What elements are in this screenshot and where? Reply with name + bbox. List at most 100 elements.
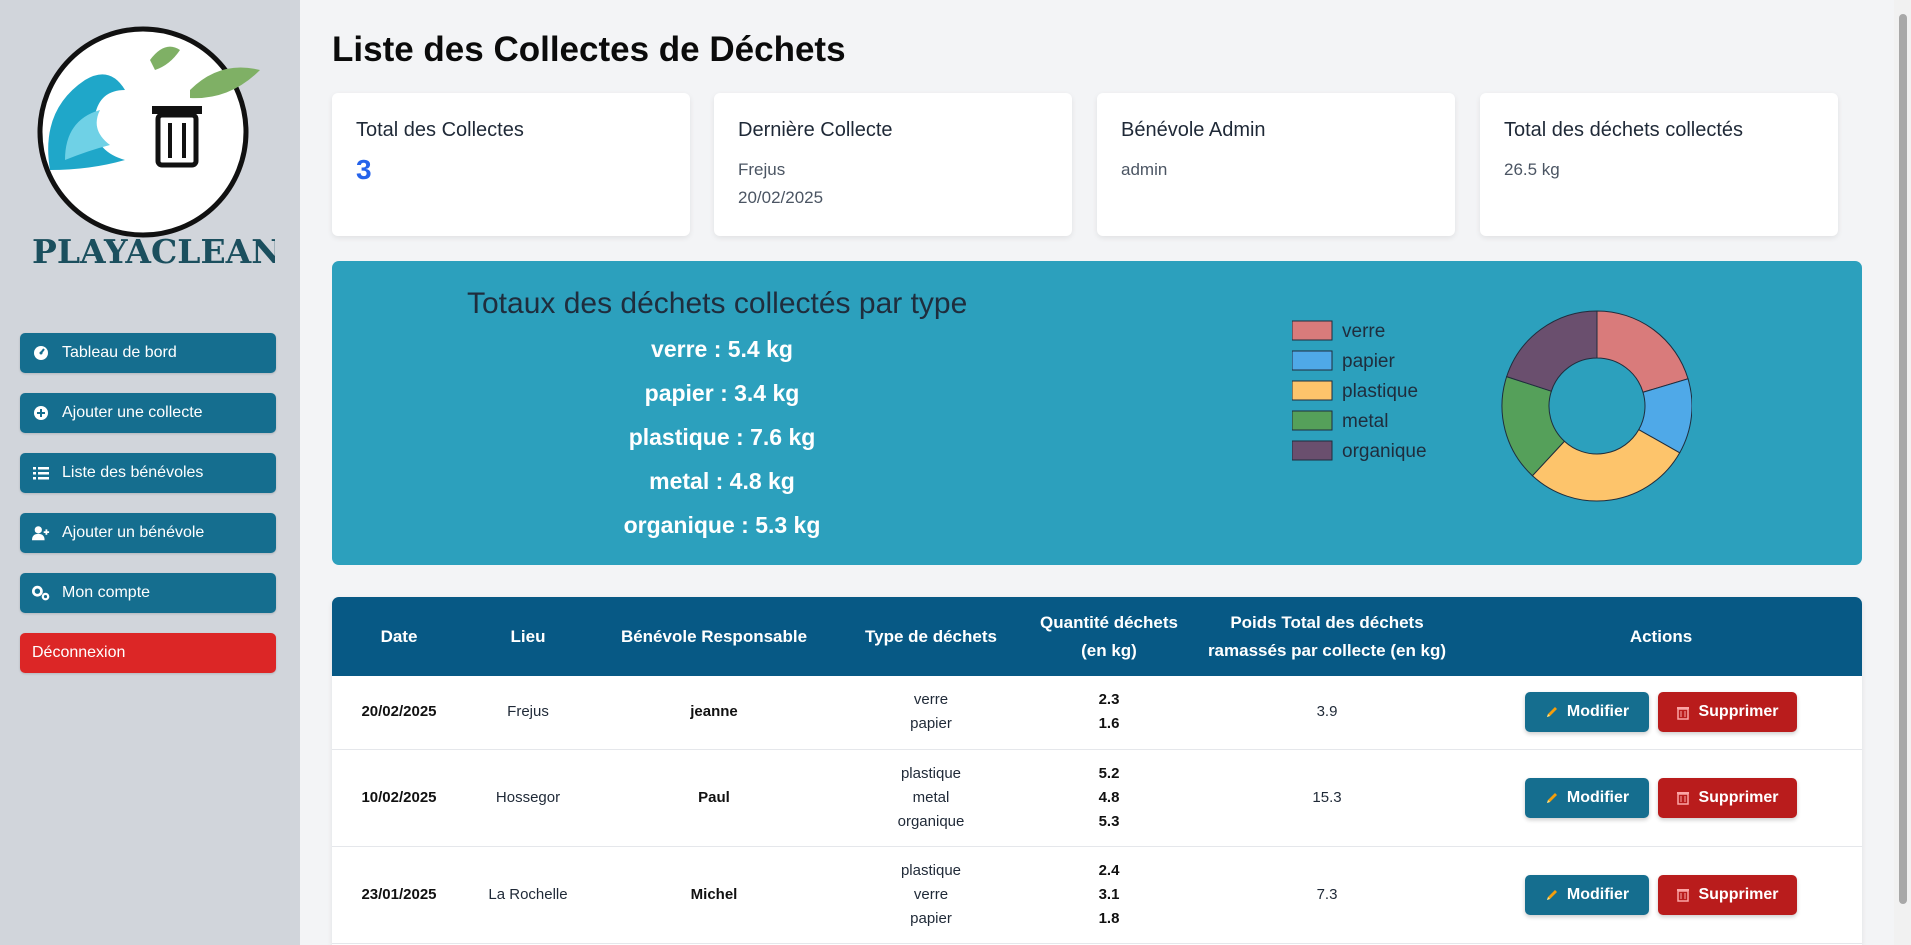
collectes-table: Date Lieu Bénévole Responsable Type de d… [332, 597, 1862, 945]
sidebar-item-add-benevole[interactable]: Ajouter un bénévole [20, 513, 276, 553]
pie-slice-verre[interactable] [1596, 310, 1689, 393]
pencil-icon [1545, 791, 1559, 805]
pencil-icon [1545, 705, 1559, 719]
cell-date: 20/02/2025 [332, 676, 466, 750]
legend-swatch[interactable] [1291, 350, 1333, 371]
table-header-row: Date Lieu Bénévole Responsable Type de d… [332, 597, 1862, 676]
waste-type: verre [913, 885, 949, 903]
sidebar-item-label: Ajouter un bénévole [62, 524, 205, 541]
summary-line: organique : 5.3 kg [623, 512, 821, 538]
cell-date: 23/01/2025 [332, 846, 466, 944]
card-total-dechets: Total des déchets collectés 26.5 kg [1480, 93, 1838, 236]
delete-button[interactable]: Supprimer [1658, 692, 1797, 733]
col-date: Date [380, 626, 418, 646]
sidebar-item-benevoles[interactable]: Liste des bénévoles [20, 453, 276, 493]
sidebar-item-label: Tableau de bord [62, 344, 177, 361]
page-title: Liste des Collectes de Déchets [332, 30, 846, 69]
delete-button[interactable]: Supprimer [1658, 777, 1797, 818]
sidebar-item-add-collecte[interactable]: Ajouter une collecte [20, 393, 276, 433]
logout-button[interactable]: Déconnexion [20, 633, 276, 673]
table-row: 20/02/2025 Frejus jeanne verre papier 2.3 1.6 3… [332, 676, 1862, 750]
waste-doughnut-chart: verre papier plastique metal organique [1291, 301, 1693, 511]
legend-label[interactable]: verre [1342, 321, 1385, 342]
cell-total: 7.3 [1194, 846, 1460, 944]
waste-quantity: 5.3 [1098, 812, 1120, 830]
waste-type: metal [912, 788, 950, 806]
edit-label: Modifier [1566, 703, 1630, 721]
legend-swatch[interactable] [1291, 440, 1333, 461]
card-date: 20/02/2025 [738, 188, 824, 207]
edit-button[interactable]: Modifier [1525, 777, 1649, 818]
waste-type: plastique [900, 764, 962, 782]
legend-swatch[interactable] [1291, 320, 1333, 341]
card-total-collectes: Total des Collectes 3 [332, 93, 690, 236]
cell-benevole: Michel [590, 846, 838, 944]
cell-actions: Modifier Supprimer [1460, 676, 1862, 750]
waste-quantity: 3.1 [1098, 885, 1120, 903]
legend-label[interactable]: papier [1342, 351, 1395, 372]
sidebar-item-label: Ajouter une collecte [62, 404, 203, 421]
card-title: Dernière Collecte [738, 119, 893, 141]
trash-icon [1676, 705, 1690, 720]
waste-type: plastique [900, 861, 962, 879]
cell-benevole: Paul [590, 749, 838, 847]
waste-quantity: 1.8 [1098, 909, 1120, 927]
cell-quantites: 2.3 1.6 [1024, 676, 1194, 750]
delete-label: Supprimer [1698, 885, 1779, 903]
card-value: admin [1121, 160, 1168, 179]
card-benevole-admin: Bénévole Admin admin [1097, 93, 1455, 236]
sidebar-item-account[interactable]: Mon compte [20, 573, 276, 613]
card-place: Frejus [738, 160, 786, 179]
waste-quantity: 5.2 [1098, 764, 1120, 782]
col-lieu: Lieu [510, 626, 546, 646]
sidebar-item-dashboard[interactable]: Tableau de bord [20, 333, 276, 373]
waste-type: organique [897, 812, 965, 830]
trash-icon [1676, 790, 1690, 805]
legend-label[interactable]: plastique [1342, 381, 1418, 402]
waste-quantity: 1.6 [1098, 715, 1120, 733]
edit-button[interactable]: Modifier [1525, 692, 1649, 733]
summary-line: papier : 3.4 kg [644, 380, 800, 406]
sidebar-nav: Tableau de bord Ajouter une collecte Lis… [20, 333, 276, 693]
summary-line: metal : 4.8 kg [649, 468, 795, 494]
stat-cards: Total des Collectes 3 Dernière Collecte … [332, 93, 1838, 236]
gears-icon [32, 584, 50, 602]
logout-label: Déconnexion [32, 644, 126, 661]
cell-date: 10/02/2025 [332, 749, 466, 847]
pie-slice-organique[interactable] [1506, 310, 1598, 392]
cell-types: verre papier [838, 676, 1024, 750]
cell-benevole: jeanne [590, 676, 838, 750]
col-quantite: Quantité déchets (en kg) [1040, 612, 1178, 660]
card-value: 26.5 kg [1504, 160, 1560, 179]
legend-label[interactable]: organique [1342, 441, 1427, 462]
legend-swatch[interactable] [1291, 410, 1333, 431]
waste-quantity: 4.8 [1098, 788, 1120, 806]
cell-quantites: 2.4 3.1 1.8 [1024, 846, 1194, 944]
dashboard-icon [32, 344, 50, 362]
sidebar-item-label: Liste des bénévoles [62, 464, 204, 481]
legend-swatch[interactable] [1291, 380, 1333, 401]
edit-button[interactable]: Modifier [1525, 874, 1649, 915]
waste-quantity: 2.3 [1098, 691, 1120, 709]
card-title: Total des déchets collectés [1504, 119, 1744, 141]
col-benevole: Bénévole Responsable [620, 626, 808, 646]
scrollbar-thumb[interactable] [1899, 14, 1907, 904]
waste-summary-panel: Totaux des déchets collectés par type ve… [332, 261, 1862, 565]
cell-actions: Modifier Supprimer [1460, 846, 1862, 944]
sidebar: PLAYACLEAN Tableau de bord Ajouter une c… [0, 0, 300, 945]
cell-lieu: Hossegor [466, 749, 590, 847]
cell-lieu: La Rochelle [466, 846, 590, 944]
legend-label[interactable]: metal [1342, 411, 1388, 432]
user-plus-icon [32, 524, 50, 542]
delete-button[interactable]: Supprimer [1658, 874, 1797, 915]
pencil-icon [1545, 888, 1559, 902]
cell-total: 3.9 [1194, 676, 1460, 750]
logo-text: PLAYACLEAN [32, 232, 275, 270]
cell-actions: Modifier Supprimer [1460, 749, 1862, 847]
col-type: Type de déchets [865, 626, 997, 646]
waste-type: papier [910, 715, 952, 733]
edit-label: Modifier [1566, 788, 1630, 806]
vertical-scrollbar[interactable] [1894, 0, 1911, 945]
list-icon [32, 464, 50, 482]
waste-type: papier [910, 909, 952, 927]
